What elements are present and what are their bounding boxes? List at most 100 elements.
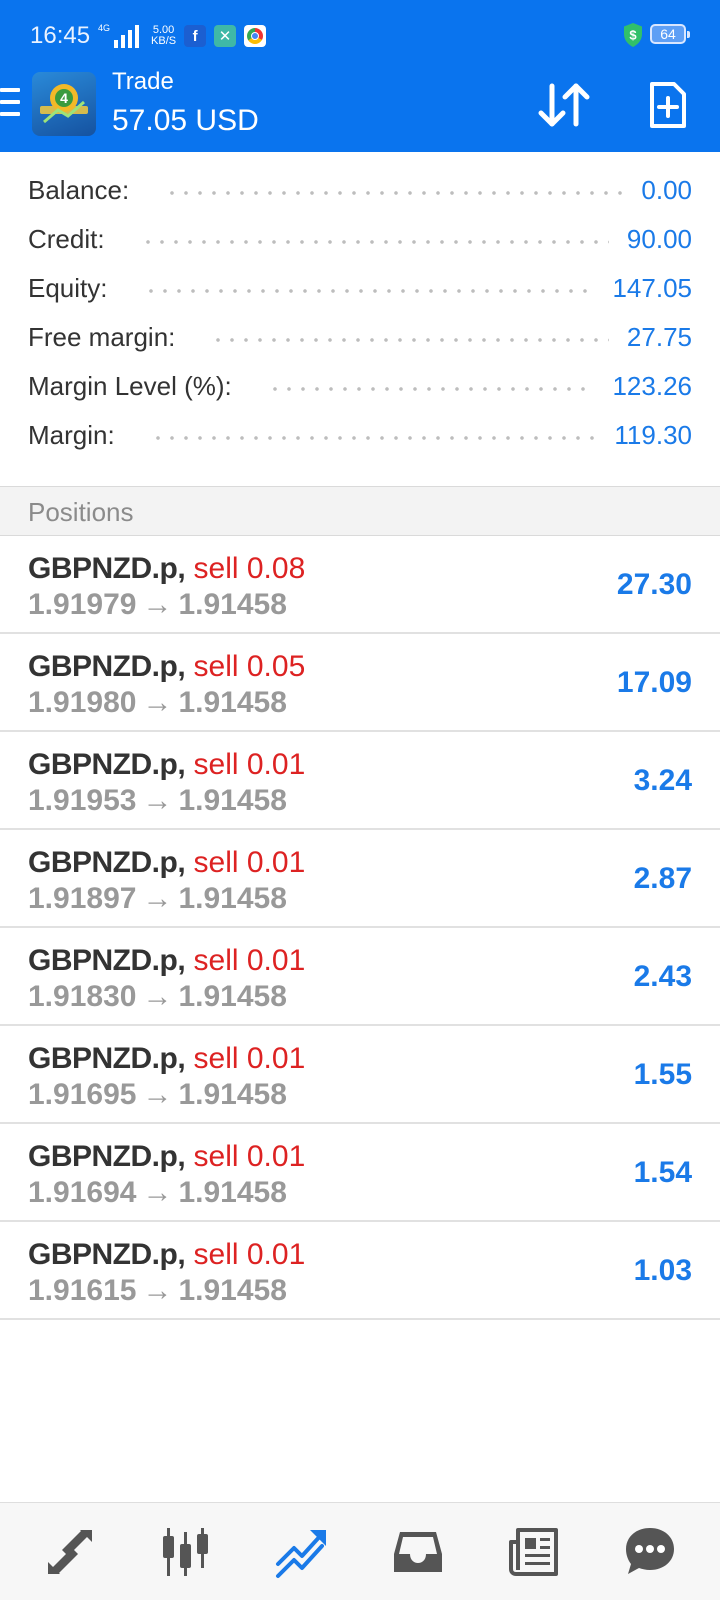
position-open-price: 1.91897 [28,882,137,915]
account-equity-subtitle: 57.05 USD [112,104,259,137]
nav-trade[interactable] [262,1512,342,1592]
app-bar: 4 Trade 57.05 USD [0,68,720,152]
news-icon [509,1527,558,1576]
credit-value: 90.00 [626,223,692,254]
app-notification-icon: ✕ [214,25,237,47]
summary-row-equity: Equity: 147.05 [28,268,692,308]
app-logo: 4 [32,72,96,136]
position-side-volume: sell 0.01 [193,1140,306,1173]
positions-section-header: Positions [0,486,720,536]
free-margin-value: 27.75 [626,321,692,352]
position-current-price: 1.91458 [178,1274,287,1307]
status-time: 16:45 [30,22,91,49]
position-profit: 2.87 [633,862,692,895]
positions-list: GBPNZD.p, sell 0.08 1.91979 → 1.91458 27.3… [0,536,720,1320]
position-open-price: 1.91980 [28,686,137,719]
position-open-price: 1.91615 [28,1274,137,1307]
margin-label: Margin: [28,419,115,450]
credit-label: Credit: [28,223,105,254]
position-current-price: 1.91458 [178,588,287,621]
page-title: Trade [112,68,174,95]
equity-label: Equity: [28,272,108,303]
position-profit: 1.55 [633,1058,692,1091]
trade-icon [276,1529,326,1578]
balance-label: Balance: [28,174,130,205]
svg-text:4: 4 [60,90,68,106]
position-symbol: GBPNZD.p, [28,1238,186,1271]
positions-header-label: Positions [28,497,134,527]
chart-icon [163,1527,208,1576]
arrow-right-icon: → [142,1274,173,1307]
position-row[interactable]: GBPNZD.p, sell 0.01 1.91830 → 1.91458 2.43 [0,928,720,1026]
position-symbol: GBPNZD.p, [28,944,186,977]
summary-row-margin-level: Margin Level (%): 123.26 [28,366,692,406]
margin-level-value: 123.26 [612,370,692,401]
position-symbol: GBPNZD.p, [28,650,186,683]
position-current-price: 1.91458 [178,686,287,719]
position-row[interactable]: GBPNZD.p, sell 0.01 1.91897 → 1.91458 2.87 [0,830,720,928]
nav-quotes[interactable] [30,1512,110,1592]
summary-row-balance: Balance: 0.00 [28,170,692,210]
chrome-notification-icon [244,25,267,47]
speed-unit: KB/S [151,35,177,47]
position-profit: 2.43 [633,960,692,993]
messages-icon [626,1527,674,1574]
position-side-volume: sell 0.05 [193,650,306,683]
position-side-volume: sell 0.01 [193,1042,306,1075]
position-current-price: 1.91458 [178,784,287,817]
free-margin-label: Free margin: [28,321,176,352]
position-profit: 3.24 [633,764,692,797]
position-profit: 1.54 [633,1156,692,1189]
position-open-price: 1.91979 [28,588,137,621]
position-symbol: GBPNZD.p, [28,748,186,781]
nav-messages[interactable] [610,1512,690,1592]
nav-history[interactable] [378,1512,458,1592]
sort-icon[interactable] [538,80,592,130]
position-row[interactable]: GBPNZD.p, sell 0.05 1.91980 → 1.91458 17.0… [0,634,720,732]
position-open-price: 1.91695 [28,1078,137,1111]
facebook-notification-icon: f [184,25,207,47]
position-open-price: 1.91953 [28,784,137,817]
new-order-icon[interactable] [648,80,688,130]
position-current-price: 1.91458 [178,980,287,1013]
dotted-leader [143,289,595,293]
battery-icon: 64 [650,24,690,44]
position-profit: 1.03 [633,1254,692,1287]
dotted-leader [211,338,609,342]
menu-icon[interactable] [0,88,20,122]
quotes-icon [48,1529,92,1574]
dotted-leader [150,436,597,440]
dotted-leader [165,191,624,195]
position-row[interactable]: GBPNZD.p, sell 0.08 1.91979 → 1.91458 27.3… [0,536,720,634]
summary-row-credit: Credit: 90.00 [28,219,692,259]
position-symbol: GBPNZD.p, [28,1140,186,1173]
position-symbol: GBPNZD.p, [28,1042,186,1075]
signal-icon: 4G [98,23,140,48]
nav-news[interactable] [494,1512,574,1592]
position-side-volume: sell 0.01 [193,1238,306,1271]
bottom-navigation [0,1502,720,1600]
network-type: 4G [98,23,111,33]
position-open-price: 1.91830 [28,980,137,1013]
balance-value: 0.00 [641,174,692,205]
nav-chart[interactable] [146,1512,226,1592]
position-profit: 27.30 [616,568,692,601]
position-row[interactable]: GBPNZD.p, sell 0.01 1.91953 → 1.91458 3.24 [0,732,720,830]
arrow-right-icon: → [142,1078,173,1111]
position-side-volume: sell 0.08 [193,552,306,585]
svg-text:$: $ [629,28,637,43]
dotted-leader [140,240,609,244]
position-row[interactable]: GBPNZD.p, sell 0.01 1.91615 → 1.91458 1.03 [0,1222,720,1320]
position-symbol: GBPNZD.p, [28,552,186,585]
equity-value: 147.05 [612,272,692,303]
dotted-leader [267,387,595,391]
position-row[interactable]: GBPNZD.p, sell 0.01 1.91695 → 1.91458 1.55 [0,1026,720,1124]
arrow-right-icon: → [142,588,173,621]
position-side-volume: sell 0.01 [193,748,306,781]
position-row[interactable]: GBPNZD.p, sell 0.01 1.91694 → 1.91458 1.54 [0,1124,720,1222]
arrow-right-icon: → [142,1176,173,1209]
arrow-right-icon: → [142,686,173,719]
position-side-volume: sell 0.01 [193,944,306,977]
position-open-price: 1.91694 [28,1176,137,1209]
history-icon [394,1531,442,1572]
